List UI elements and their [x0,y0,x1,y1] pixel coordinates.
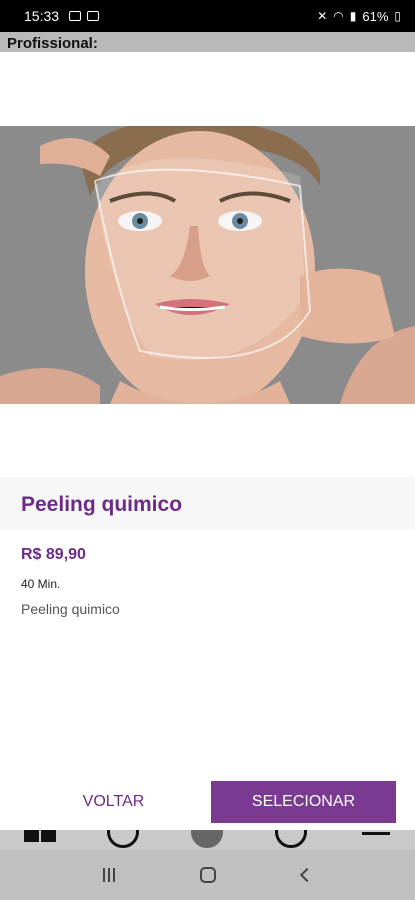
select-button[interactable]: SELECIONAR [211,781,396,823]
service-price: R$ 89,90 [21,546,86,563]
recent-apps-icon[interactable] [102,868,115,882]
status-time: 15:33 [24,8,60,24]
back-button[interactable]: VOLTAR [56,781,171,823]
service-title: Peeling quimico [21,493,183,516]
signal-icon: ▮ [349,9,357,23]
service-image-area [0,52,415,477]
add-icon[interactable] [191,830,223,848]
professional-label: Profissional: [7,35,98,52]
service-duration: 40 Min. [21,577,61,591]
service-details: R$ 89,90 40 Min. Peeling quimico [0,530,415,780]
system-nav-bar [0,850,415,900]
battery-icon: ▯ [394,9,401,23]
clock-icon[interactable] [107,830,139,848]
battery-level: 61% [362,8,389,24]
home-icon[interactable] [200,867,217,883]
professional-header: Profissional: [0,32,415,52]
back-icon[interactable] [300,867,315,883]
status-left-icons [69,11,100,21]
history-icon[interactable] [275,830,307,848]
menu-icon[interactable] [362,832,390,835]
service-description: Peeling quimico [21,601,120,617]
bottom-tabbar [0,830,415,850]
wifi-icon: ◠ [333,9,344,23]
sim-icon [87,11,100,21]
service-photo [0,126,415,404]
mute-icon: ✕ [317,9,328,23]
status-bar: 15:33 ✕ ◠ ▮ 61% ▯ [0,0,415,32]
status-right-icons: ✕ ◠ ▮ 61% ▯ [317,9,401,24]
image-icon [69,11,82,21]
service-title-band: Peeling quimico [0,477,415,530]
grid-icon[interactable] [24,830,56,842]
